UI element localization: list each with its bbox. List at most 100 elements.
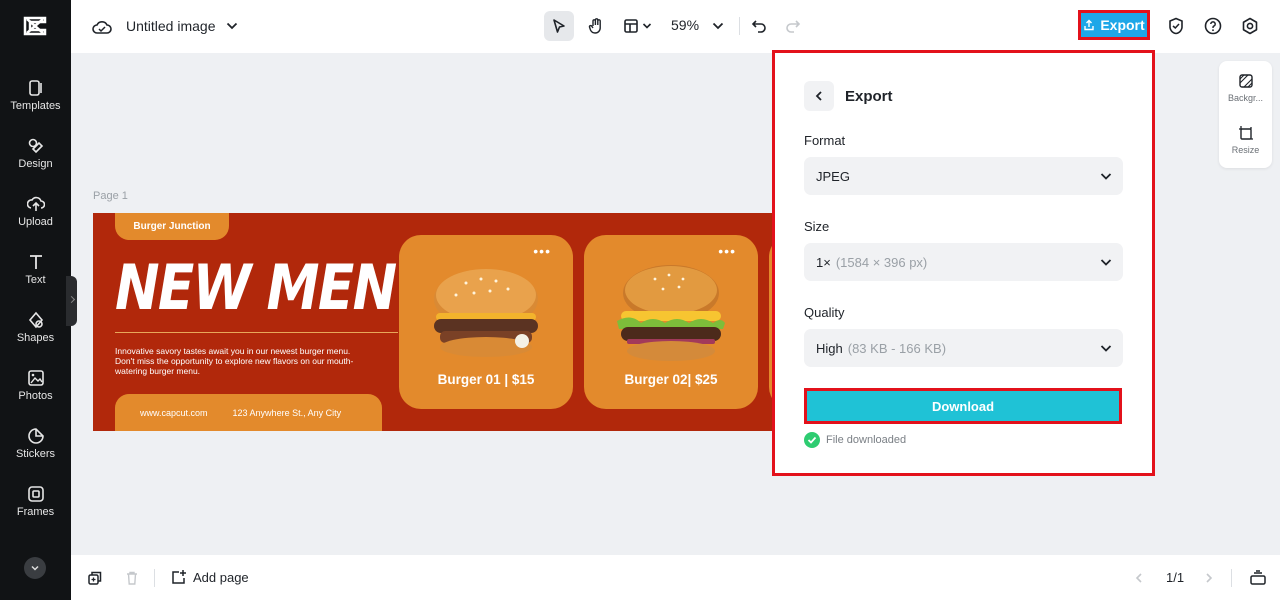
zoom-dropdown-icon[interactable] — [711, 19, 725, 33]
resize-icon — [1238, 126, 1253, 140]
delete-page-button[interactable] — [122, 568, 142, 588]
add-page-icon — [172, 570, 186, 584]
frames-icon — [27, 486, 44, 502]
size-label: Size — [804, 219, 830, 234]
size-detail: (1584 × 396 px) — [835, 254, 928, 270]
banner-divider — [115, 332, 398, 333]
duplicate-icon — [88, 571, 102, 585]
size-select[interactable]: 1× (1584 × 396 px) — [804, 243, 1123, 281]
tagline-text[interactable]: Innovative savory tastes await you in ou… — [115, 346, 365, 376]
chevron-left-icon — [1135, 573, 1142, 583]
sidebar-item-design[interactable]: Design — [0, 137, 71, 187]
resize-tool[interactable]: Resize — [1219, 125, 1272, 155]
check-circle-icon — [804, 432, 820, 448]
sidebar-item-label: Frames — [16, 506, 55, 518]
size-value: 1× — [816, 254, 831, 270]
quality-select[interactable]: High (83 KB - 166 KB) — [804, 329, 1123, 367]
page-manager-button[interactable] — [1247, 567, 1269, 589]
duplicate-page-button[interactable] — [85, 568, 105, 588]
back-button[interactable] — [804, 81, 834, 111]
chevron-down-icon — [1100, 173, 1112, 180]
background-icon — [1238, 74, 1253, 88]
sidebar-item-label: Text — [25, 274, 46, 286]
gear-icon — [1242, 17, 1258, 35]
select-tool-button[interactable] — [544, 11, 574, 41]
redo-button[interactable] — [781, 14, 805, 38]
export-button[interactable]: Export — [1078, 10, 1150, 40]
templates-icon — [28, 80, 42, 96]
photos-icon — [27, 370, 44, 386]
card-more-icon[interactable]: ••• — [533, 243, 551, 259]
upload-icon — [26, 196, 45, 211]
format-value: JPEG — [816, 168, 850, 184]
trash-icon — [127, 571, 137, 585]
settings-button[interactable] — [1239, 15, 1261, 37]
add-page-button[interactable]: Add page — [171, 569, 249, 585]
layout-menu-button[interactable] — [619, 11, 655, 41]
download-status: File downloaded — [804, 432, 906, 448]
brand-label[interactable]: Burger Junction — [115, 213, 229, 240]
export-button-label: Export — [1100, 17, 1145, 33]
left-sidebar: Templates Design Upload Text Shapes Phot… — [0, 0, 71, 600]
stickers-icon — [27, 428, 44, 444]
undo-icon — [751, 20, 766, 33]
chevron-left-icon — [815, 91, 822, 101]
sidebar-collapse-handle[interactable] — [66, 276, 77, 326]
page-label: Page 1 — [93, 190, 128, 202]
background-tool-label: Backgr... — [1227, 93, 1263, 103]
pages-icon — [1250, 570, 1266, 585]
quality-value: High — [816, 340, 843, 356]
previous-page-button[interactable] — [1131, 569, 1147, 587]
chevron-down-icon — [1100, 345, 1112, 352]
chevron-down-icon — [1100, 259, 1112, 266]
zoom-level[interactable]: 59% — [671, 17, 699, 33]
design-icon — [28, 138, 43, 154]
sidebar-item-label: Templates — [10, 100, 61, 112]
card-title: Burger 02| $25 — [624, 372, 718, 387]
card-more-icon[interactable]: ••• — [718, 243, 736, 259]
sidebar-item-stickers[interactable]: Stickers — [0, 427, 71, 477]
export-icon — [1084, 19, 1095, 31]
cursor-icon — [553, 19, 565, 33]
format-select[interactable]: JPEG — [804, 157, 1123, 195]
contact-bar[interactable]: www.capcut.com 123 Anywhere St., Any Cit… — [115, 394, 382, 431]
sidebar-item-shapes[interactable]: Shapes — [0, 311, 71, 361]
sidebar-item-photos[interactable]: Photos — [0, 369, 71, 419]
menu-card-1[interactable]: ••• Burger 01 | $15 — [399, 235, 573, 409]
next-page-button[interactable] — [1201, 569, 1217, 587]
sidebar-item-templates[interactable]: Templates — [0, 79, 71, 129]
help-button[interactable] — [1202, 15, 1224, 37]
export-panel-title: Export — [845, 88, 893, 105]
headline-text[interactable]: NEW MENU — [115, 251, 439, 324]
sidebar-item-label: Design — [18, 158, 53, 170]
shield-button[interactable] — [1165, 15, 1187, 37]
cloud-sync-icon[interactable] — [91, 16, 113, 38]
add-page-label: Add page — [193, 569, 249, 585]
sidebar-more-button[interactable] — [24, 557, 46, 579]
format-label: Format — [804, 133, 846, 148]
export-panel: Export Format JPEG Size 1× (1584 × 396 p… — [772, 50, 1155, 476]
quality-label: Quality — [804, 305, 845, 320]
quality-detail: (83 KB - 166 KB) — [847, 340, 947, 356]
sidebar-item-frames[interactable]: Frames — [0, 485, 71, 535]
shield-icon — [1169, 17, 1183, 35]
sidebar-item-label: Photos — [18, 390, 53, 402]
background-tool[interactable]: Backgr... — [1219, 73, 1272, 103]
title-dropdown-icon[interactable] — [225, 18, 239, 34]
undo-button[interactable] — [747, 14, 771, 38]
capcut-logo-icon[interactable] — [22, 14, 48, 38]
bottom-divider — [1231, 569, 1232, 587]
menu-card-2[interactable]: ••• Burger 02| $25 — [584, 235, 758, 409]
download-button[interactable]: Download — [804, 388, 1122, 424]
document-title[interactable]: Untitled image — [126, 18, 216, 34]
design-banner[interactable]: Burger Junction NEW MENU Innovative savo… — [93, 213, 773, 431]
card-title: Burger 01 | $15 — [437, 372, 535, 387]
website-text: www.capcut.com — [140, 408, 208, 418]
hand-tool-button[interactable] — [581, 11, 611, 41]
sidebar-item-label: Stickers — [15, 448, 56, 460]
hand-icon — [588, 18, 601, 34]
sidebar-item-upload[interactable]: Upload — [0, 195, 71, 245]
burger-image — [434, 269, 538, 357]
sidebar-item-text[interactable]: Text — [0, 253, 71, 303]
sidebar-item-label: Upload — [18, 216, 53, 228]
